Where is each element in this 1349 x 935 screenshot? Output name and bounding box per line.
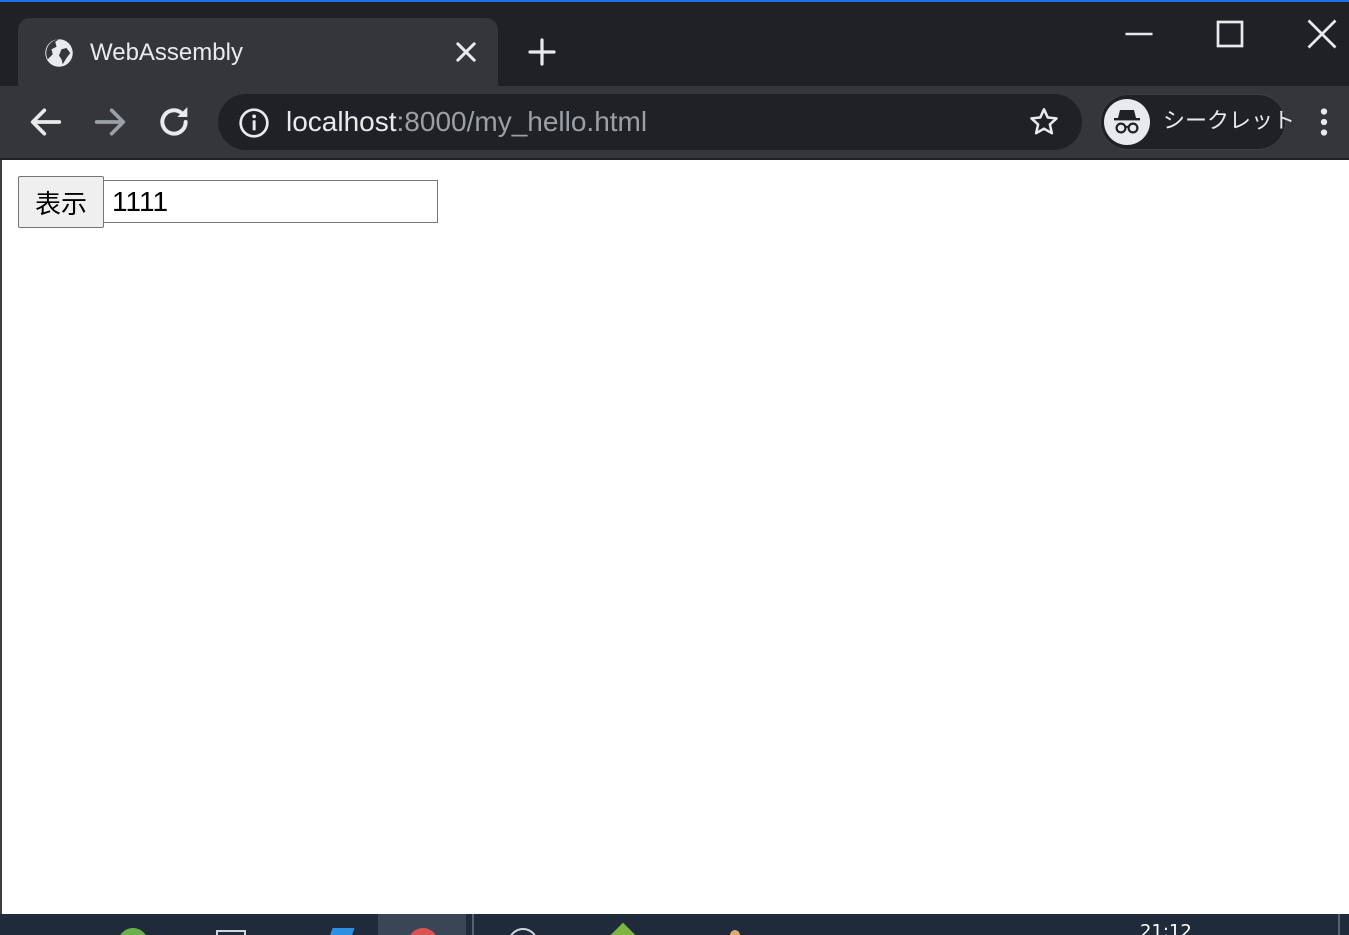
incognito-label: シークレット [1163,109,1296,134]
app-diamond-icon[interactable] [604,922,642,935]
browser-window: WebAssembly localhost:8000/my_hello.html… [0,0,1349,935]
tab-webassembly[interactable]: WebAssembly [18,18,498,88]
reload-icon[interactable] [154,102,194,142]
incognito-avatar [1104,99,1150,145]
page-content: 表示 [0,160,1349,914]
taskbar: 21:12 [0,914,1349,935]
close-tab-icon[interactable] [452,38,480,66]
value-input[interactable] [103,180,438,223]
chrome-icon [408,928,438,935]
maximize-icon[interactable] [1212,16,1248,52]
forward-arrow-icon[interactable] [90,102,130,142]
tab-title: WebAssembly [90,39,243,66]
url-path: :8000/my_hello.html [396,106,648,137]
more-menu-icon[interactable] [1306,102,1342,142]
app-orange-icon[interactable] [730,930,740,935]
close-window-icon[interactable] [1304,16,1340,52]
bookmark-star-icon[interactable] [1028,106,1060,138]
new-tab-icon[interactable] [526,36,558,68]
url-host: localhost [286,106,397,137]
tray-clock[interactable]: 21:12 [1140,922,1192,935]
browser-toolbar: localhost:8000/my_hello.html シークレット [0,86,1349,158]
back-arrow-icon[interactable] [26,102,66,142]
app-green-icon[interactable] [118,928,148,935]
app-circle-icon[interactable] [508,928,538,935]
taskbar-separator [472,914,474,935]
show-desktop-button[interactable] [1338,914,1340,935]
file-explorer-icon[interactable] [216,930,246,935]
show-button[interactable]: 表示 [18,176,104,228]
taskbar-active-app[interactable] [378,914,466,935]
globe-icon [45,39,73,67]
incognito-icon [1114,110,1140,134]
app-blue-icon[interactable] [327,928,355,935]
tab-strip: WebAssembly [0,2,1349,88]
info-icon[interactable] [238,107,270,139]
incognito-button[interactable]: シークレット [1100,94,1295,150]
minimize-icon[interactable] [1121,16,1157,52]
url-text[interactable]: localhost:8000/my_hello.html [286,94,647,150]
address-bar[interactable]: localhost:8000/my_hello.html [218,94,1082,150]
